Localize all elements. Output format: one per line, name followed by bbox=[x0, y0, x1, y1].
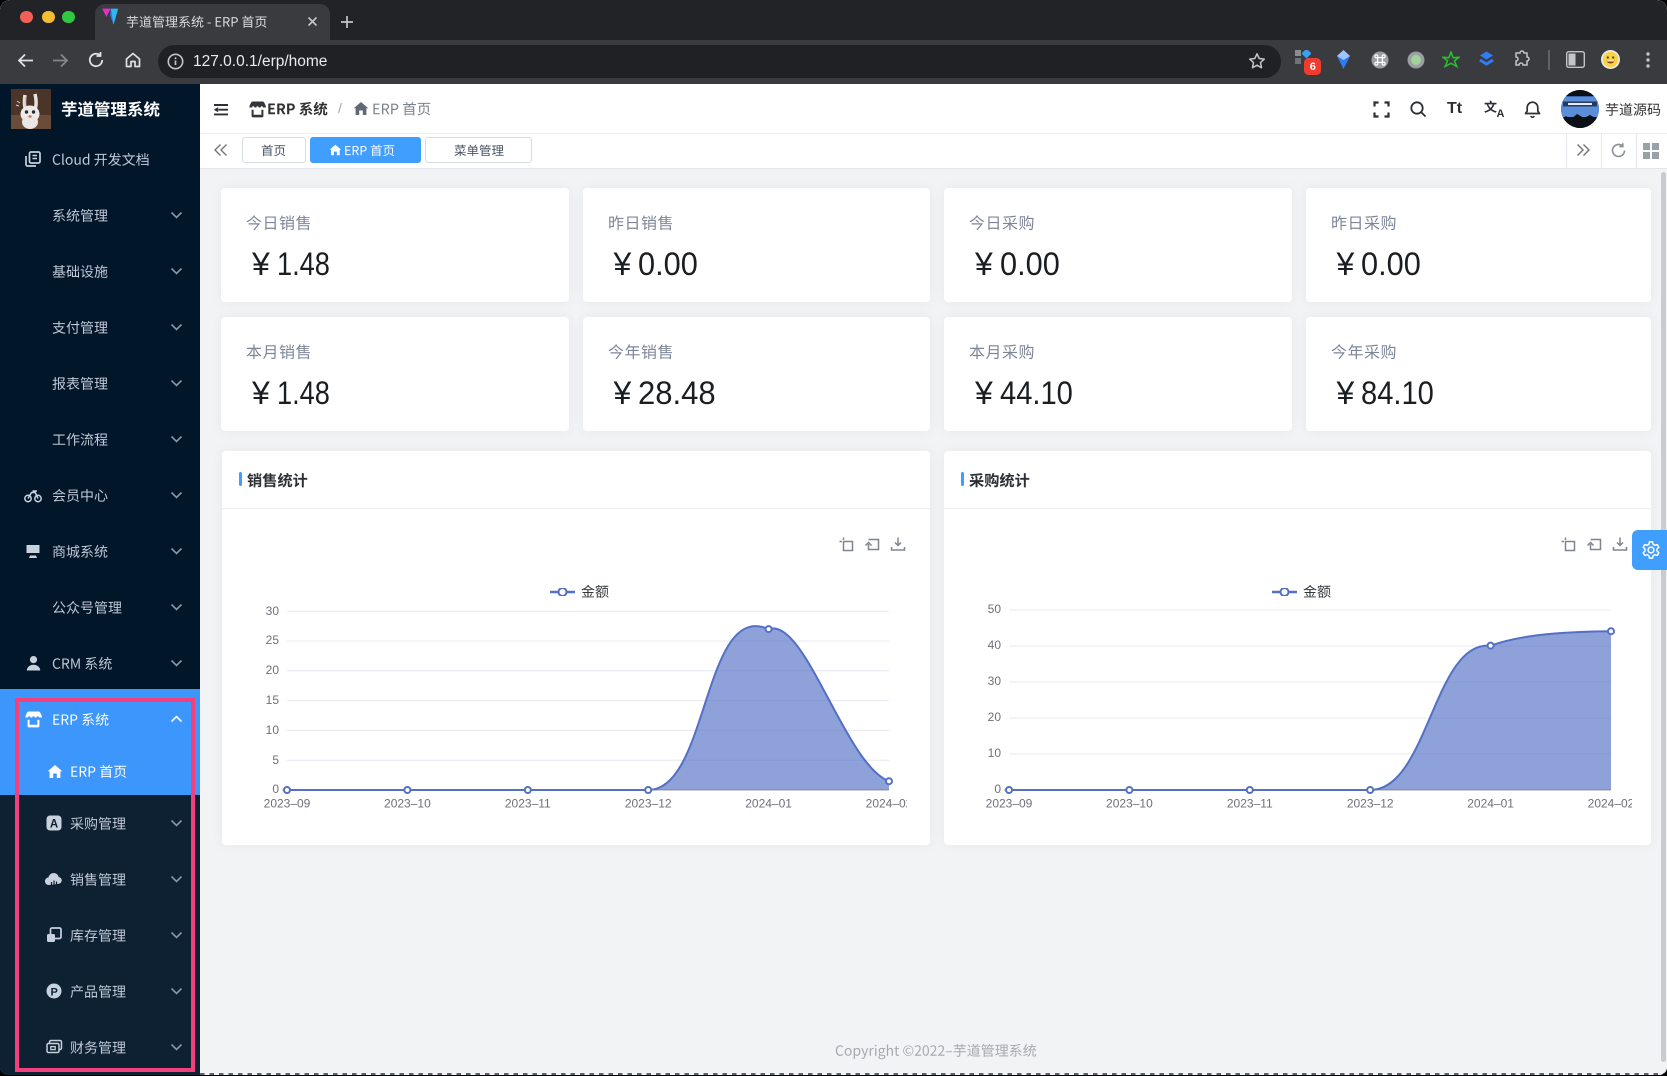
svg-text:2023–09: 2023–09 bbox=[986, 797, 1033, 811]
svg-text:2023–12: 2023–12 bbox=[625, 797, 672, 811]
svg-text:2023–11: 2023–11 bbox=[1227, 797, 1273, 811]
svg-text:2024–02: 2024–02 bbox=[1588, 797, 1632, 811]
svg-text:2023–10: 2023–10 bbox=[1106, 797, 1153, 811]
svg-text:2023–10: 2023–10 bbox=[384, 797, 431, 811]
svg-text:2023–12: 2023–12 bbox=[1347, 797, 1394, 811]
svg-text:2024–01: 2024–01 bbox=[745, 797, 792, 811]
svg-text:2023–09: 2023–09 bbox=[264, 797, 311, 811]
svg-text:2023–11: 2023–11 bbox=[505, 797, 551, 811]
svg-text:2024–02: 2024–02 bbox=[866, 797, 907, 811]
svg-text:2024–01: 2024–01 bbox=[1467, 797, 1514, 811]
